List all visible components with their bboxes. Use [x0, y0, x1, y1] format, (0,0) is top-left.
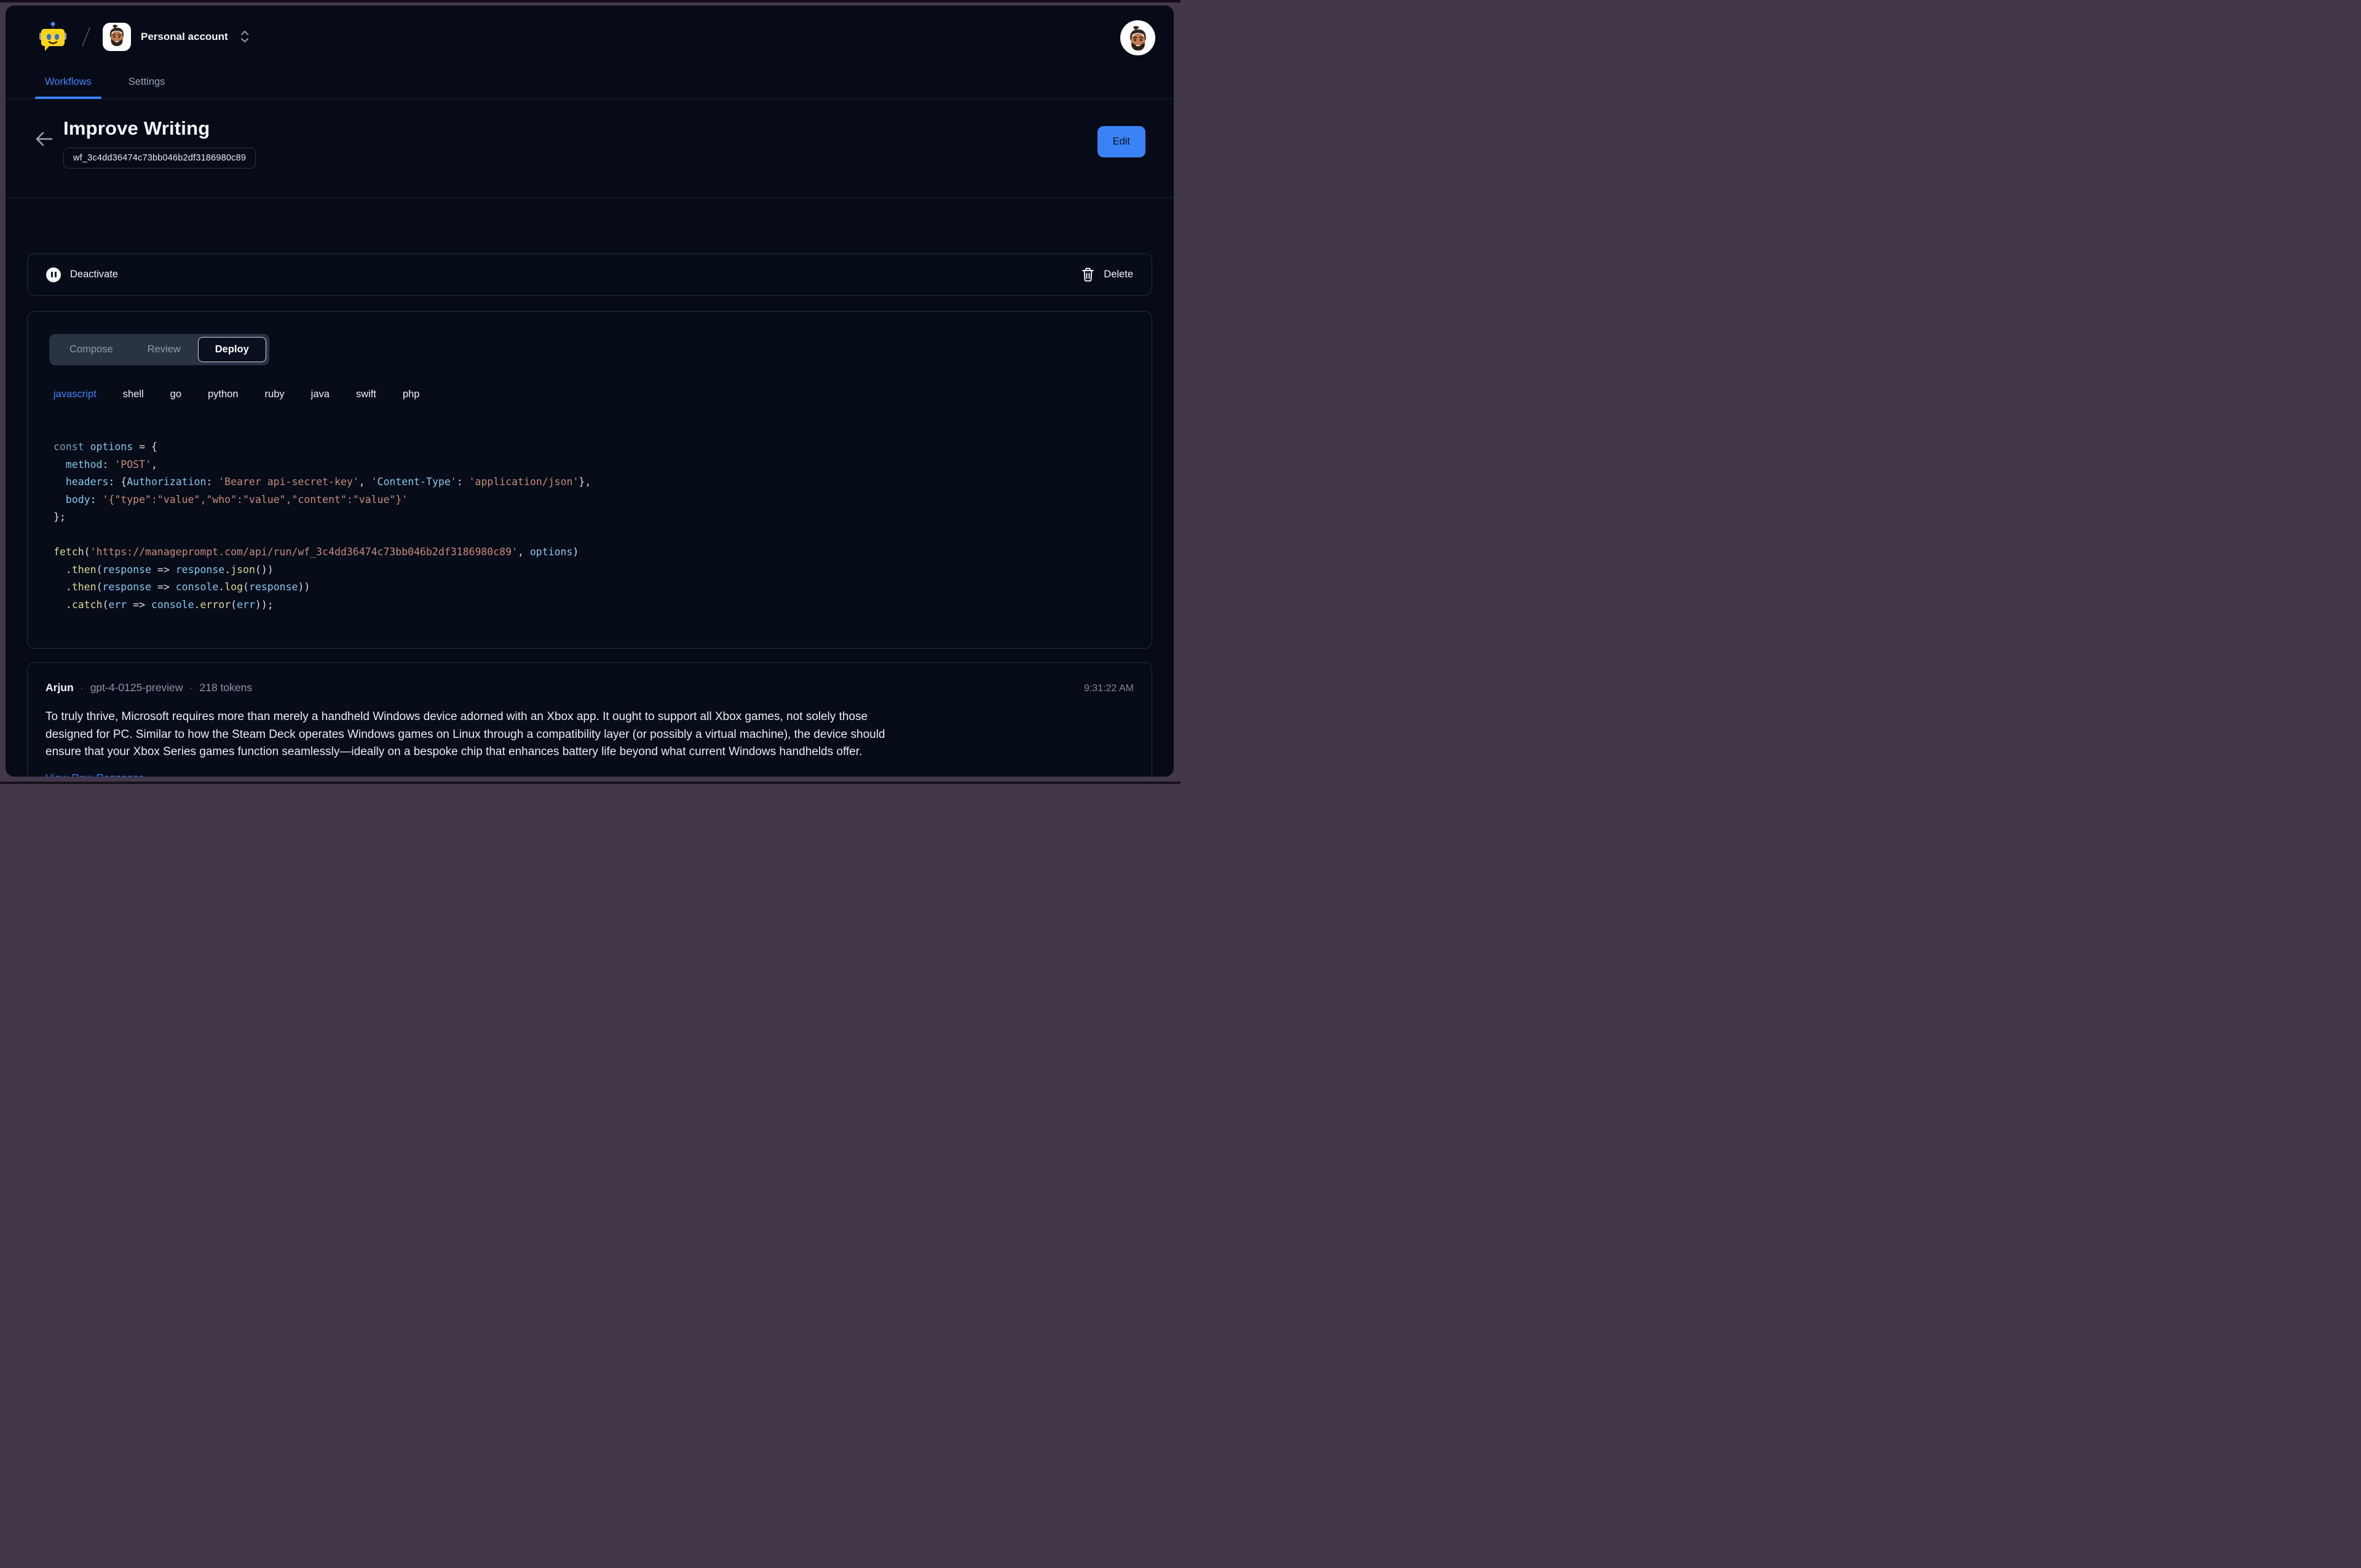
tab-settings[interactable]: Settings — [119, 76, 175, 98]
title-section: Improve Writing wf_3c4dd36474c73bb046b2d… — [6, 99, 1174, 198]
code-language-tabs: javascript shell go python ruby java swift php — [53, 389, 1130, 400]
mode-tab-compose[interactable]: Compose — [52, 337, 130, 362]
app-window: Personal account Workflows Settings — [6, 6, 1174, 777]
code-line: fetch('https://manageprompt.com/api/run/… — [53, 544, 1130, 561]
tab-workflows[interactable]: Workflows — [35, 76, 101, 98]
code-line: headers: {Authorization: 'Bearer api-sec… — [53, 473, 1130, 491]
result-text-line: To truly thrive, Microsoft requires more… — [45, 708, 1134, 726]
code-line: const options = { — [53, 438, 1130, 456]
workflow-mode-tabs: ComposeReviewDeploy — [49, 334, 269, 365]
code-line: .catch(err => console.error(err)); — [53, 596, 1130, 614]
back-arrow-icon[interactable] — [35, 131, 53, 147]
lang-tab-php[interactable]: php — [403, 389, 420, 400]
account-switcher[interactable]: Personal account — [103, 23, 249, 51]
deactivate-button[interactable]: Deactivate — [46, 267, 118, 282]
result-model: gpt-4-0125-preview — [90, 681, 183, 694]
result-text-line: ensure that your Xbox Series games funct… — [45, 743, 1134, 761]
account-name: Personal account — [141, 31, 228, 43]
main-content: Deactivate Delete ComposeReviewDeploy ja… — [6, 198, 1174, 777]
view-raw-response-link[interactable]: View Raw Response — [45, 772, 144, 777]
lang-tab-javascript[interactable]: javascript — [53, 389, 97, 400]
breadcrumb-slash — [82, 26, 91, 46]
code-line: .then(response => response.json()) — [53, 561, 1130, 579]
code-block: const options = { method: 'POST', header… — [53, 438, 1130, 614]
code-line: body: '{"type":"value","who":"value","co… — [53, 491, 1130, 509]
page-title: Improve Writing — [63, 117, 256, 140]
result-text: To truly thrive, Microsoft requires more… — [45, 708, 1134, 761]
lang-tab-shell[interactable]: shell — [123, 389, 144, 400]
result-header: Arjun · gpt-4-0125-preview · 218 tokens … — [45, 681, 1134, 694]
code-line — [53, 526, 1130, 544]
result-text-line: designed for PC. Similar to how the Stea… — [45, 726, 1134, 744]
lang-tab-python[interactable]: python — [208, 389, 239, 400]
account-avatar — [103, 23, 131, 51]
delete-button[interactable]: Delete — [1082, 267, 1133, 282]
screen-edge-top — [0, 0, 1180, 2]
lang-tab-ruby[interactable]: ruby — [265, 389, 285, 400]
trash-icon — [1082, 267, 1094, 282]
code-line: }; — [53, 509, 1130, 526]
mode-tab-deploy[interactable]: Deploy — [198, 337, 266, 362]
result-author: Arjun — [45, 681, 74, 694]
chevron-updown-icon — [240, 31, 249, 42]
result-timestamp: 9:31:22 AM — [1084, 683, 1134, 694]
code-line: .then(response => console.log(response)) — [53, 579, 1130, 596]
workflow-action-bar: Deactivate Delete — [27, 253, 1152, 296]
primary-tabs: Workflows Settings — [6, 76, 1174, 99]
run-result-card: Arjun · gpt-4-0125-preview · 218 tokens … — [27, 662, 1152, 777]
workflow-id-badge: wf_3c4dd36474c73bb046b2df3186980c89 — [63, 148, 256, 168]
lang-tab-java[interactable]: java — [311, 389, 330, 400]
top-bar: Personal account — [6, 6, 1174, 55]
pause-icon — [46, 267, 61, 282]
robot-logo-icon[interactable] — [39, 22, 67, 52]
workflow-detail-card: ComposeReviewDeploy javascript shell go pyt… — [27, 311, 1152, 649]
lang-tab-go[interactable]: go — [170, 389, 181, 400]
result-token-count: 218 tokens — [199, 681, 252, 694]
lang-tab-swift[interactable]: swift — [356, 389, 376, 400]
code-line: method: 'POST', — [53, 456, 1130, 474]
screen-edge-bottom — [0, 782, 1180, 784]
user-menu-avatar[interactable] — [1120, 20, 1155, 55]
mode-tab-review[interactable]: Review — [130, 337, 198, 362]
edit-button[interactable]: Edit — [1097, 126, 1145, 157]
